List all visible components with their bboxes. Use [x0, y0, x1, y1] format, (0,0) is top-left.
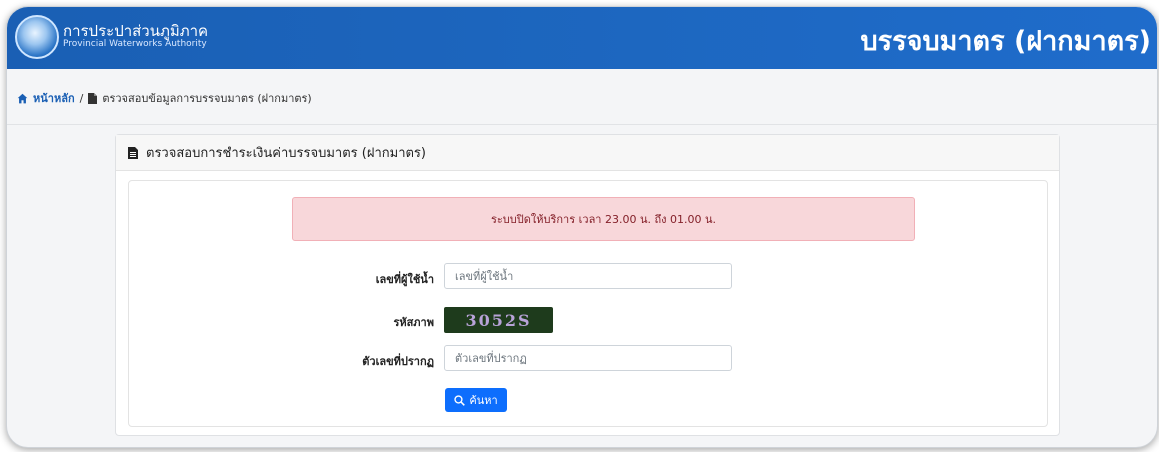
search-button-label: ค้นหา [469, 395, 498, 407]
document-icon [128, 146, 138, 159]
search-icon [454, 394, 466, 406]
service-hours-alert: ระบบปิดให้บริการ เวลา 23.00 น. ถึง 01.00… [292, 197, 915, 241]
card-body: ระบบปิดให้บริการ เวลา 23.00 น. ถึง 01.00… [128, 180, 1048, 427]
breadcrumb: หน้าหลัก / ตรวจสอบข้อมูลการบรรจบมาตร (ฝา… [17, 89, 312, 107]
captcha-label: รหัสภาพ [393, 316, 434, 329]
breadcrumb-current: ตรวจสอบข้อมูลการบรรจบมาตร (ฝากมาตร) [102, 92, 312, 105]
page-header-title: บรรจบมาตร (ฝากมาตร) [860, 26, 1151, 57]
search-button[interactable]: ค้นหา [445, 388, 507, 412]
captcha-image: 3052S [444, 307, 553, 333]
home-icon[interactable] [17, 93, 28, 104]
captcha-input-label: ตัวเลขที่ปรากฏ [362, 355, 434, 368]
breadcrumb-bar: หน้าหลัก / ตรวจสอบข้อมูลการบรรจบมาตร (ฝา… [7, 69, 1157, 125]
captcha-input[interactable] [444, 345, 732, 371]
pwa-logo[interactable] [15, 15, 59, 59]
customer-number-label: เลขที่ผู้ใช้น้ำ [375, 273, 434, 286]
customer-number-input[interactable] [444, 263, 732, 289]
document-icon [88, 92, 98, 104]
alert-message: ระบบปิดให้บริการ เวลา 23.00 น. ถึง 01.00… [490, 213, 717, 226]
breadcrumb-separator: / [79, 91, 84, 105]
payment-check-card: ตรวจสอบการชำระเงินค่าบรรจบมาตร (ฝากมาตร)… [115, 134, 1060, 436]
card-header: ตรวจสอบการชำระเงินค่าบรรจบมาตร (ฝากมาตร) [116, 135, 1059, 171]
site-header: การประปาส่วนภูมิภาค Provincial Waterwork… [7, 7, 1157, 69]
card-title: ตรวจสอบการชำระเงินค่าบรรจบมาตร (ฝากมาตร) [146, 146, 426, 161]
org-name-en: Provincial Waterworks Authority [63, 39, 207, 49]
breadcrumb-home-link[interactable]: หน้าหลัก [33, 89, 75, 107]
browser-frame: การประปาส่วนภูมิภาค Provincial Waterwork… [6, 6, 1158, 448]
